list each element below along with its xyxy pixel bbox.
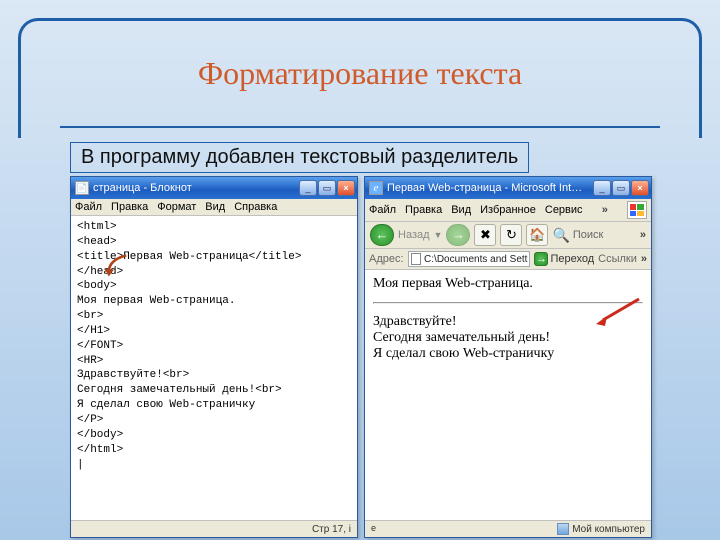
toolbar-overflow-icon[interactable]: » <box>640 229 646 241</box>
page-line3: Я сделал свою Web-страничку <box>373 346 643 362</box>
notepad-window: 📄 страница - Блокнот _ ▭ × Файл Правка Ф… <box>70 176 358 538</box>
ie-addressbar: Адрес: C:\Documents and Sett → Переход С… <box>365 249 651 270</box>
go-button[interactable]: → Переход <box>534 252 594 266</box>
menu-file[interactable]: Файл <box>369 204 396 216</box>
annotation-arrow-hr <box>593 296 643 326</box>
slide-subtitle: В программу добавлен текстовый разделите… <box>70 142 529 173</box>
links-label[interactable]: Ссылки <box>598 253 637 265</box>
menu-overflow-icon[interactable]: » <box>602 204 608 216</box>
address-value: C:\Documents and Sett <box>424 254 527 265</box>
minimize-button[interactable]: _ <box>593 180 611 196</box>
forward-button[interactable]: → <box>446 224 470 246</box>
menu-view[interactable]: Вид <box>205 201 225 213</box>
ie-status-icon: e <box>371 523 383 535</box>
menu-favorites[interactable]: Избранное <box>480 204 536 216</box>
notepad-statusbar: Стр 17, i <box>71 520 357 537</box>
page-icon <box>411 253 422 265</box>
close-button[interactable]: × <box>337 180 355 196</box>
page-heading: Моя первая Web-страница. <box>373 276 643 292</box>
address-label: Адрес: <box>369 253 404 265</box>
home-button[interactable]: 🏠 <box>526 224 548 246</box>
notepad-status-text: Стр 17, i <box>312 524 351 535</box>
ie-page-content[interactable]: Моя первая Web-страница. Здравствуйте! С… <box>365 270 651 520</box>
ie-titlebar[interactable]: e Первая Web-страница - Microsoft Int… _… <box>365 177 651 199</box>
status-zone: Мой компьютер <box>557 523 645 535</box>
computer-icon <box>557 523 569 535</box>
annotation-arrow-code <box>100 251 135 281</box>
search-icon: 🔍 <box>552 227 569 244</box>
minimize-button[interactable]: _ <box>299 180 317 196</box>
status-zone-text: Мой компьютер <box>572 524 645 535</box>
slide-title: Форматирование текста <box>0 55 720 92</box>
menu-edit[interactable]: Правка <box>111 201 148 213</box>
ie-toolbar: ← Назад ▼ → ✖ ↻ 🏠 🔍 Поиск » <box>365 222 651 249</box>
ie-statusbar: e Мой компьютер <box>365 520 651 537</box>
notepad-icon: 📄 <box>75 181 89 195</box>
dropdown-icon[interactable]: ▼ <box>434 230 443 240</box>
addr-overflow-icon[interactable]: » <box>641 253 647 265</box>
ie-title-text: Первая Web-страница - Microsoft Int… <box>387 182 593 194</box>
ie-icon: e <box>369 181 383 195</box>
notepad-title-text: страница - Блокнот <box>93 182 299 194</box>
close-button[interactable]: × <box>631 180 649 196</box>
menu-view[interactable]: Вид <box>451 204 471 216</box>
stop-button[interactable]: ✖ <box>474 224 496 246</box>
go-label: Переход <box>550 253 594 265</box>
notepad-menubar: Файл Правка Формат Вид Справка <box>71 199 357 216</box>
menu-format[interactable]: Формат <box>157 201 196 213</box>
ie-window: e Первая Web-страница - Microsoft Int… _… <box>364 176 652 538</box>
menu-edit[interactable]: Правка <box>405 204 442 216</box>
back-label: Назад <box>398 229 430 241</box>
notepad-titlebar[interactable]: 📄 страница - Блокнот _ ▭ × <box>71 177 357 199</box>
page-line2: Сегодня замечательный день! <box>373 330 643 346</box>
menu-file[interactable]: Файл <box>75 201 102 213</box>
maximize-button[interactable]: ▭ <box>612 180 630 196</box>
go-arrow-icon: → <box>534 252 548 266</box>
maximize-button[interactable]: ▭ <box>318 180 336 196</box>
windows-logo-icon <box>627 201 647 219</box>
address-input[interactable]: C:\Documents and Sett <box>408 251 531 267</box>
menu-help[interactable]: Справка <box>234 201 277 213</box>
back-button[interactable]: ← <box>370 224 394 246</box>
refresh-button[interactable]: ↻ <box>500 224 522 246</box>
menu-tools[interactable]: Сервис <box>545 204 583 216</box>
ie-menubar: Файл Правка Вид Избранное Сервис » <box>365 199 651 222</box>
search-button[interactable]: 🔍 Поиск <box>552 227 603 244</box>
search-label: Поиск <box>573 229 603 241</box>
